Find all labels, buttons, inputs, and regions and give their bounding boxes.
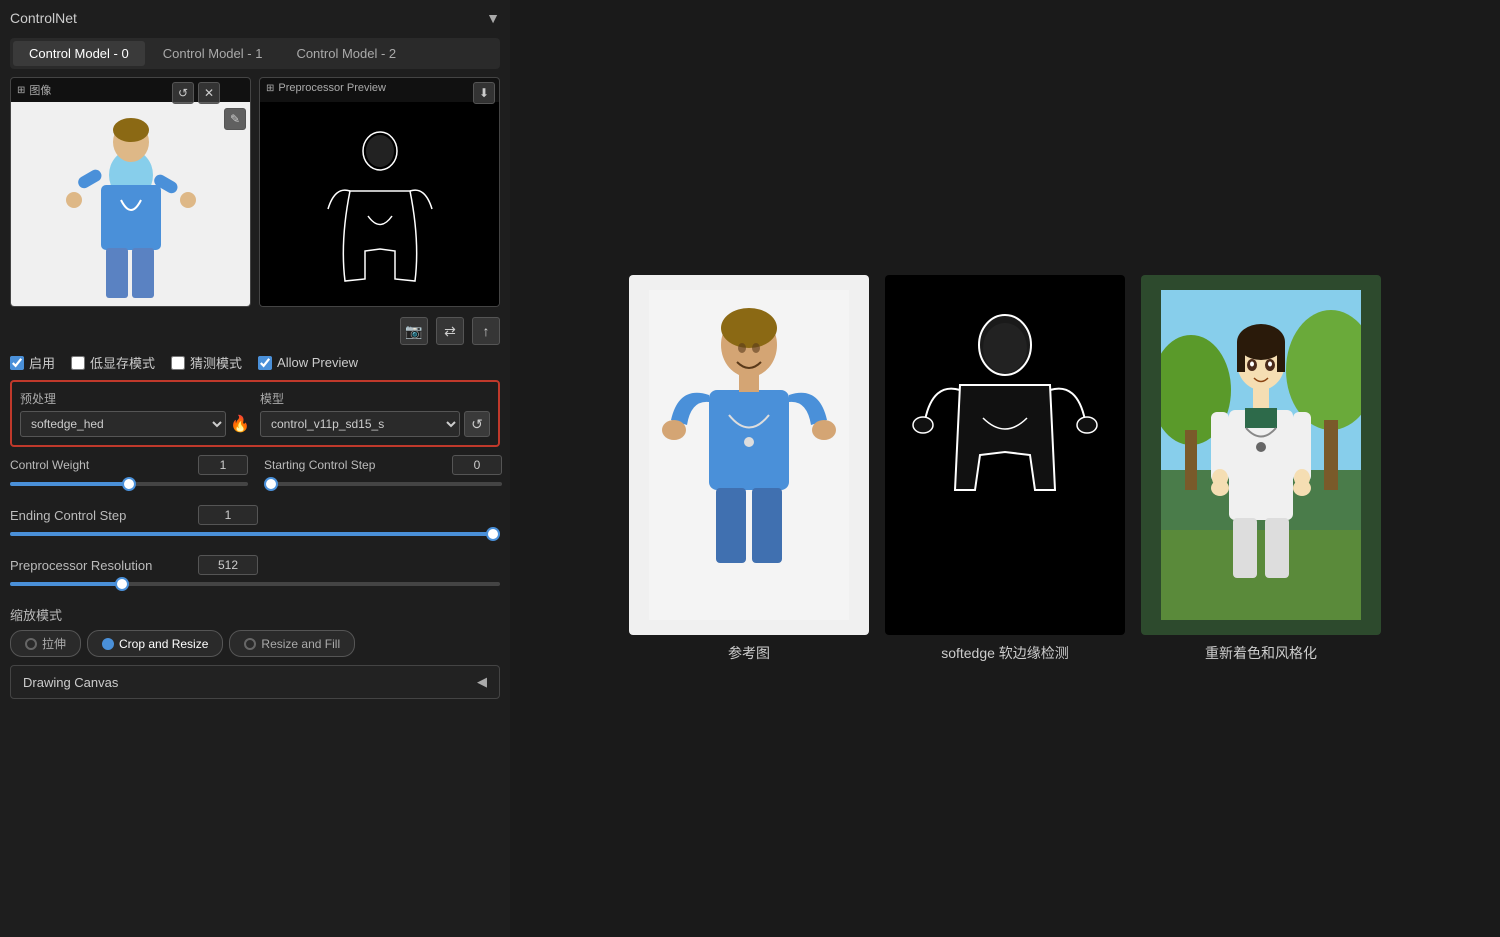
action-buttons: 📷 ⇄ ↑ [10,317,500,345]
starting-step-input[interactable] [452,455,502,475]
starting-step-row: Starting Control Step [264,455,502,475]
ending-step-input[interactable] [198,505,258,525]
scale-mode-section: 缩放模式 拉伸 Crop and Resize Resize and Fill [10,605,500,657]
nurse-figure-svg [56,110,206,305]
output-img-stylized [1141,275,1381,635]
starting-step-slider-container [264,477,502,491]
allow-preview-checkbox[interactable]: Allow Preview [258,355,358,370]
transfer-btn[interactable]: ⇄ [436,317,464,345]
preprocessor-res-section: Preprocessor Resolution [10,555,500,597]
model-select-row: control_v11p_sd15_s ↺ [260,411,490,437]
edge-detection-svg [310,121,450,307]
upload-btn[interactable]: ↑ [472,317,500,345]
preview-controls: ⬇ [473,82,495,104]
low-mem-checkbox[interactable]: 低显存模式 [71,353,155,372]
drawing-canvas-label: Drawing Canvas [23,675,118,690]
preprocessor-res-slider[interactable] [10,582,500,586]
input-image-box: ⊞ 图像 ↺ ✕ ✎ [10,77,251,307]
ending-step-slider[interactable] [10,532,500,536]
camera-btn[interactable]: 📷 [400,317,428,345]
output-images-container: 参考图 [629,275,1381,663]
ending-step-section: Ending Control Step [10,505,500,547]
output-col-stylized: 重新着色和风格化 [1141,275,1381,663]
model-tabs: Control Model - 0 Control Model - 1 Cont… [10,38,500,69]
preprocessor-res-row: Preprocessor Resolution [10,555,500,575]
output-caption-reference: 参考图 [728,643,770,663]
preprocessor-preview-box: ⊞ Preprocessor Preview ⬇ [259,77,500,307]
output-caption-stylized: 重新着色和风格化 [1205,643,1317,663]
output-img-reference [629,275,869,635]
image-controls: ↺ ✕ ✎ [172,82,246,130]
preprocessor-res-slider-container [10,577,500,591]
model-select[interactable]: control_v11p_sd15_s [260,411,460,437]
model-label-text: 模型 [260,390,490,407]
scale-radio-resize-fill [244,638,256,650]
scale-btn-resize-fill[interactable]: Resize and Fill [229,630,355,657]
left-panel: ControlNet ▼ Control Model - 0 Control M… [0,0,510,937]
input-image [11,102,250,307]
output-col-edge: softedge 软边缘检测 [885,275,1125,663]
model-selection-row: 预处理 softedge_hed 🔥 模型 control_v11p_sd15_… [10,380,500,447]
tab-model-0[interactable]: Control Model - 0 [13,41,145,66]
output-img-edge [885,275,1125,635]
edit-image-btn[interactable]: ✎ [224,108,246,130]
tab-model-2[interactable]: Control Model - 2 [280,41,412,66]
ending-step-slider-container [10,527,500,541]
edge-preview-image [260,102,499,307]
tab-model-1[interactable]: Control Model - 1 [147,41,279,66]
scale-radio-stretch [25,638,37,650]
scale-mode-buttons: 拉伸 Crop and Resize Resize and Fill [10,630,500,657]
scale-mode-label: 缩放模式 [10,605,500,624]
drawing-canvas-icon: ◀ [477,674,487,690]
weight-step-sliders: Control Weight Starting Control Step [10,455,500,497]
image-label: ⊞ 图像 [17,82,51,98]
control-weight-slider[interactable] [10,482,248,486]
output-nurse-svg [649,290,849,620]
scale-btn-crop-resize[interactable]: Crop and Resize [87,630,223,657]
collapse-icon[interactable]: ▼ [486,10,500,26]
right-panel: 参考图 [510,0,1500,937]
drawing-canvas-row[interactable]: Drawing Canvas ◀ [10,665,500,699]
panel-title: ControlNet [10,10,77,26]
scale-radio-crop-resize [102,638,114,650]
enable-checkbox[interactable]: 启用 [10,353,55,372]
starting-step-slider[interactable] [264,482,502,486]
control-weight-row: Control Weight [10,455,248,475]
ending-step-row: Ending Control Step [10,505,500,525]
refresh-image-btn[interactable]: ↺ [172,82,194,104]
output-caption-edge: softedge 软边缘检测 [941,643,1069,663]
preprocessor-res-input[interactable] [198,555,258,575]
guess-mode-checkbox[interactable]: 猜测模式 [171,353,242,372]
preprocessor-select-row: softedge_hed 🔥 [20,411,250,437]
model-group: 模型 control_v11p_sd15_s ↺ [260,390,490,437]
image-panels: ⊞ 图像 ↺ ✕ ✎ [10,77,500,307]
output-edge-svg [905,290,1105,620]
preprocessor-group: 预处理 softedge_hed 🔥 [20,390,250,437]
fire-icon: 🔥 [230,414,250,434]
preprocessor-label: ⊞ Preprocessor Preview [266,82,386,94]
starting-step-section: Starting Control Step [264,455,502,497]
control-weight-slider-container [10,477,248,491]
panel-header: ControlNet ▼ [10,10,500,26]
preprocessor-label-text: 预处理 [20,390,250,407]
download-preview-btn[interactable]: ⬇ [473,82,495,104]
model-refresh-btn[interactable]: ↺ [464,411,490,437]
control-weight-input[interactable] [198,455,248,475]
scale-btn-stretch[interactable]: 拉伸 [10,630,81,657]
preprocessor-select[interactable]: softedge_hed [20,411,226,437]
close-image-btn[interactable]: ✕ [198,82,220,104]
output-stylized-svg [1161,290,1361,620]
options-checkboxes: 启用 低显存模式 猜测模式 Allow Preview [10,353,500,372]
output-col-reference: 参考图 [629,275,869,663]
control-weight-section: Control Weight [10,455,248,497]
